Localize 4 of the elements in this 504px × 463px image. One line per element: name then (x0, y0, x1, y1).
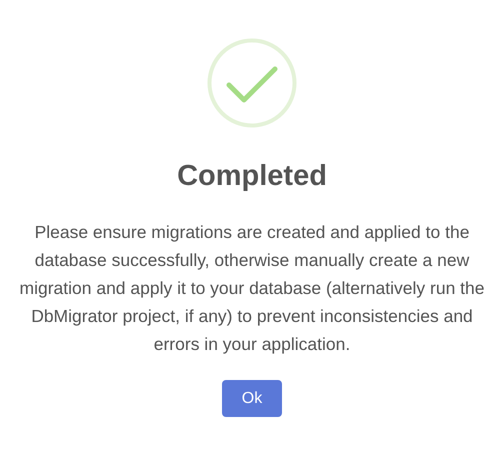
checkmark-icon (207, 38, 297, 128)
ok-button[interactable]: Ok (222, 380, 282, 417)
dialog-message: Please ensure migrations are created and applied to the database successfully, otherwise manually create a new migration and apply it to your database (alternatively run the DbMigrator project, if any) to prevent inconsistencies and errors in your application. (18, 221, 486, 356)
dialog-title: Completed (177, 159, 327, 194)
